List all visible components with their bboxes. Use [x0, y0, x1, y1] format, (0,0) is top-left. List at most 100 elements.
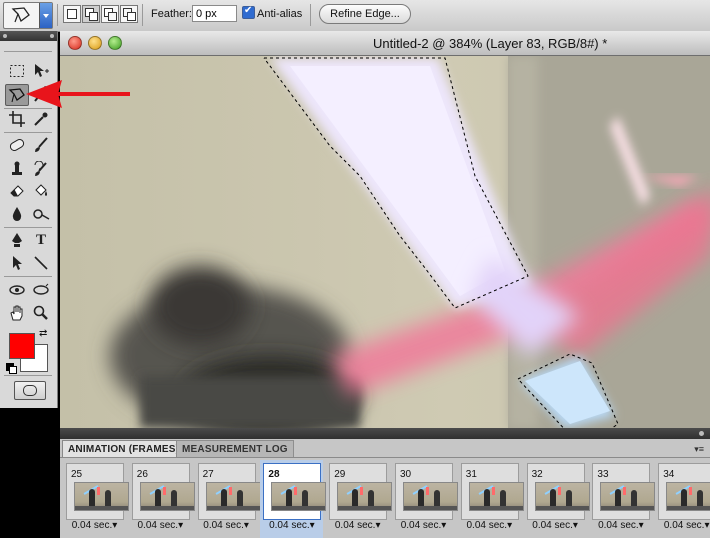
divider: [4, 276, 52, 277]
3d-rotate-tool-icon[interactable]: [6, 280, 28, 300]
history-brush-tool-icon[interactable]: [30, 159, 52, 179]
animation-frame[interactable]: 26 0.04 sec.▾: [129, 460, 195, 538]
frame-cell: 31: [460, 463, 524, 520]
animation-panel-titlebar[interactable]: [60, 428, 710, 439]
clone-stamp-tool-icon[interactable]: [6, 159, 28, 179]
divider: [310, 4, 311, 26]
divider: [60, 457, 710, 458]
frame-delay-dropdown[interactable]: 0.04 sec.▾: [589, 520, 652, 531]
animation-frame[interactable]: 34 0.04 sec.▾: [655, 460, 710, 538]
frame-delay-value: 0.04 sec.: [663, 520, 705, 531]
zoom-tool-icon[interactable]: [30, 303, 52, 323]
animation-frame[interactable]: 32 0.04 sec.▾: [524, 460, 590, 538]
frame-delay-value: 0.04 sec.: [400, 520, 442, 531]
close-button[interactable]: [68, 36, 82, 50]
frame-delay-dropdown[interactable]: 0.04 sec.▾: [260, 520, 323, 531]
document-titlebar: Untitled-2 @ 384% (Layer 83, RGB/8#) *: [60, 31, 710, 56]
frame-thumbnail: [534, 482, 590, 511]
animation-frame[interactable]: 29 0.04 sec.▾: [326, 460, 393, 538]
hand-tool-icon[interactable]: [6, 303, 28, 323]
animation-frame[interactable]: 25 0.04 sec.▾: [63, 460, 129, 538]
frame-delay-value: 0.04 sec.: [334, 520, 376, 531]
animation-frame[interactable]: 27 0.04 sec.▾: [195, 460, 261, 538]
frame-delay-dropdown[interactable]: 0.04 sec.▾: [655, 520, 710, 531]
frame-delay-dropdown[interactable]: 0.04 sec.▾: [524, 520, 587, 531]
swap-colors-icon[interactable]: ⇄: [39, 328, 47, 339]
chevron-down-icon: ▾: [704, 520, 710, 531]
frame-cell: 26: [131, 463, 195, 520]
frame-number: 26: [136, 469, 148, 480]
frame-delay-dropdown[interactable]: 0.04 sec.▾: [63, 520, 126, 531]
frame-number: 29: [334, 469, 346, 480]
chevron-down-icon[interactable]: [39, 3, 52, 28]
frame-cell: 33: [592, 463, 656, 520]
image-canvas[interactable]: [60, 56, 710, 428]
frame-delay-dropdown[interactable]: 0.04 sec.▾: [195, 520, 258, 531]
add-to-selection-button[interactable]: [82, 5, 100, 23]
panel-menu-icon[interactable]: ▾≡: [694, 444, 704, 455]
chevron-down-icon: ▾: [441, 520, 447, 531]
frame-number: 27: [202, 469, 214, 480]
animation-frame[interactable]: 33 0.04 sec.▾: [589, 460, 656, 538]
refine-edge-button[interactable]: Refine Edge...: [319, 4, 411, 24]
divider: [4, 51, 52, 52]
animation-frame[interactable]: 31 0.04 sec.▾: [458, 460, 524, 538]
chevron-down-icon: ▾: [572, 520, 578, 531]
frame-delay-dropdown[interactable]: 0.04 sec.▾: [129, 520, 192, 531]
frame-thumbnail: [271, 482, 327, 511]
line-tool-icon[interactable]: [30, 253, 52, 273]
frame-thumbnail: [74, 482, 129, 511]
quick-mask-button[interactable]: [14, 381, 46, 400]
divider: [57, 4, 58, 26]
frame-number: 32: [531, 469, 543, 480]
frame-cell: 34: [658, 463, 710, 520]
minimize-button[interactable]: [88, 36, 102, 50]
new-selection-button[interactable]: [63, 5, 81, 23]
frame-cell: 27: [197, 463, 261, 520]
brush-tool-icon[interactable]: [30, 135, 52, 155]
frame-delay-value: 0.04 sec.: [137, 520, 179, 531]
intersect-selection-button[interactable]: [120, 5, 138, 23]
tool-preset-picker[interactable]: [3, 2, 53, 29]
tab-animation-frames[interactable]: ANIMATION (FRAMES): [62, 440, 186, 458]
antialias-checkbox[interactable]: [242, 5, 255, 19]
frame-thumbnail: [600, 482, 656, 511]
path-selection-tool-icon[interactable]: [6, 253, 28, 273]
animation-frame[interactable]: 28 0.04 sec.▾: [260, 460, 327, 538]
frame-number: 34: [663, 469, 675, 480]
annotation-arrow-icon: [26, 80, 130, 108]
3d-orbit-tool-icon[interactable]: [30, 280, 52, 300]
frame-number: 28: [268, 469, 280, 480]
crop-tool-icon[interactable]: [6, 109, 28, 129]
animation-frame[interactable]: 30 0.04 sec.▾: [392, 460, 458, 538]
tab-measurement-log[interactable]: MEASUREMENT LOG: [176, 440, 294, 458]
dodge-tool-icon[interactable]: [30, 204, 52, 224]
default-colors-icon[interactable]: [6, 363, 17, 374]
chevron-down-icon: ▾: [638, 520, 644, 531]
frame-delay-dropdown[interactable]: 0.04 sec.▾: [458, 520, 521, 531]
eyedropper-tool-icon[interactable]: [30, 109, 52, 129]
divider: [4, 227, 52, 228]
healing-brush-tool-icon[interactable]: [6, 135, 28, 155]
frame-thumbnail: [468, 482, 524, 511]
feather-input[interactable]: [192, 5, 237, 22]
foreground-color-swatch[interactable]: [9, 333, 35, 359]
frame-delay-value: 0.04 sec.: [532, 520, 573, 531]
blur-tool-icon[interactable]: [6, 204, 28, 224]
polygonal-lasso-icon: [11, 7, 30, 23]
paint-bucket-tool-icon[interactable]: [30, 181, 52, 201]
eraser-tool-icon[interactable]: [6, 181, 28, 201]
frame-delay-dropdown[interactable]: 0.04 sec.▾: [326, 520, 389, 531]
type-tool-icon[interactable]: T: [30, 230, 52, 250]
divider: [4, 375, 52, 376]
pen-tool-icon[interactable]: [6, 230, 28, 250]
frame-delay-value: 0.04 sec.: [466, 520, 508, 531]
frame-delay-dropdown[interactable]: 0.04 sec.▾: [392, 520, 455, 531]
frame-delay-value: 0.04 sec.: [203, 520, 244, 531]
frame-cell: 28: [263, 463, 327, 520]
zoom-button[interactable]: [108, 36, 122, 50]
subtract-from-selection-button[interactable]: [101, 5, 119, 23]
marquee-tool-icon[interactable]: [6, 61, 28, 81]
tools-panel-titlebar[interactable]: [0, 31, 57, 41]
frame-cell: 25: [66, 463, 129, 520]
